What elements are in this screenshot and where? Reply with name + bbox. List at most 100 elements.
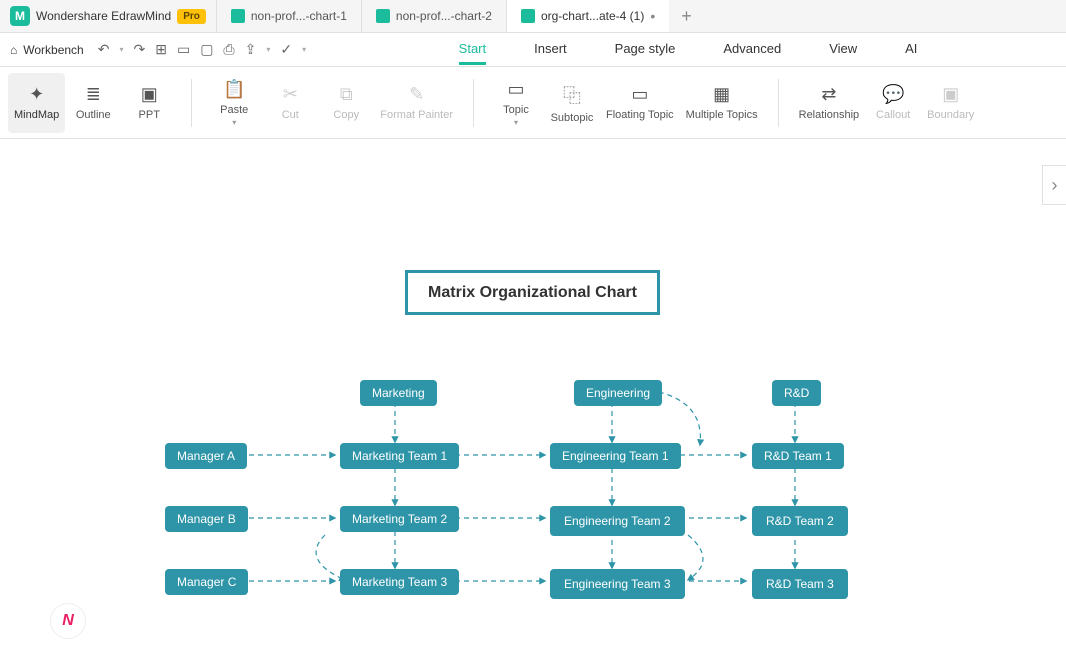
boundary-button[interactable]: ▣ Boundary [921, 73, 980, 133]
node-rd-header[interactable]: R&D [772, 380, 821, 406]
node-rd-team-2[interactable]: R&D Team 2 [752, 506, 848, 536]
save-icon[interactable]: ▢ [200, 41, 213, 58]
mindmap-button[interactable]: ✦ MindMap [8, 73, 65, 133]
outline-button[interactable]: ≣ Outline [65, 73, 121, 133]
undo-icon[interactable]: ↶ [98, 41, 110, 58]
chevron-down-icon[interactable]: ▾ [266, 45, 270, 54]
add-tab-button[interactable]: + [669, 6, 704, 27]
workbench-button[interactable]: ⌂ Workbench [10, 43, 84, 57]
format-painter-button[interactable]: ✎ Format Painter [374, 73, 459, 133]
node-title[interactable]: Matrix Organizational Chart [405, 270, 660, 315]
node-engineering-header[interactable]: Engineering [574, 380, 662, 406]
ribbon-group-view: ✦ MindMap ≣ Outline ▣ PPT [0, 67, 185, 138]
label: Paste [220, 104, 248, 116]
label: Cut [282, 109, 299, 121]
relationship-button[interactable]: ⇄ Relationship [793, 73, 866, 133]
node-mkt-team-1[interactable]: Marketing Team 1 [340, 443, 459, 469]
menu-page-style[interactable]: Page style [615, 35, 676, 65]
topic-button[interactable]: ▭ Topic ▾ [488, 73, 544, 133]
menu-advanced[interactable]: Advanced [723, 35, 781, 65]
node-rd-team-1[interactable]: R&D Team 1 [752, 443, 844, 469]
ribbon-group-relations: ⇄ Relationship 💬 Callout ▣ Boundary [785, 67, 989, 138]
copy-button[interactable]: ⧉ Copy [318, 73, 374, 133]
menu-insert[interactable]: Insert [534, 35, 567, 65]
redo-icon[interactable]: ↷ [133, 41, 145, 58]
chevron-down-icon[interactable]: ▾ [302, 45, 306, 54]
subtopic-icon: ⿻ [563, 82, 581, 108]
app-title-group: M Wondershare EdrawMind Pro [0, 0, 216, 32]
label: Copy [333, 109, 359, 121]
cut-button[interactable]: ✂ Cut [262, 73, 318, 133]
separator [473, 79, 474, 127]
node-marketing-header[interactable]: Marketing [360, 380, 437, 406]
node-eng-team-3[interactable]: Engineering Team 3 [550, 569, 685, 599]
ppt-icon: ▣ [141, 84, 158, 105]
format-painter-icon: ✎ [409, 84, 424, 105]
outline-icon: ≣ [86, 84, 101, 105]
label: Relationship [799, 109, 860, 121]
relationship-icon: ⇄ [821, 84, 836, 105]
node-rd-team-3[interactable]: R&D Team 3 [752, 569, 848, 599]
ppt-button[interactable]: ▣ PPT [121, 73, 177, 133]
open-icon[interactable]: ▭ [177, 41, 190, 58]
doc-tab-1[interactable]: non-prof...-chart-1 [216, 0, 361, 32]
chevron-down-icon: ▾ [232, 118, 236, 127]
node-eng-team-1[interactable]: Engineering Team 1 [550, 443, 681, 469]
ribbon-group-clipboard: 📋 Paste ▾ ✂ Cut ⧉ Copy ✎ Format Painter [198, 67, 467, 138]
label: Topic [503, 104, 529, 116]
doc-icon [521, 9, 535, 23]
export-icon[interactable]: ⇪ [245, 41, 257, 58]
quick-access-toolbar: ↶ ▾ ↷ ⊞ ▭ ▢ ⎙ ⇪ ▾ ✓ ▾ [98, 41, 306, 58]
new-icon[interactable]: ⊞ [155, 41, 167, 58]
chevron-down-icon[interactable]: ▾ [119, 45, 123, 54]
ribbon: ✦ MindMap ≣ Outline ▣ PPT 📋 Paste ▾ ✂ Cu… [0, 67, 1066, 139]
label: Outline [76, 109, 111, 121]
doc-tab-label: org-chart...ate-4 (1) [541, 9, 644, 23]
subtopic-button[interactable]: ⿻ Subtopic [544, 73, 600, 133]
share-icon[interactable]: ✓ [280, 41, 292, 58]
paste-icon: 📋 [223, 79, 245, 100]
node-mkt-team-3[interactable]: Marketing Team 3 [340, 569, 459, 595]
doc-icon [376, 9, 390, 23]
separator [778, 79, 779, 127]
mindmap-icon: ✦ [29, 84, 44, 105]
canvas[interactable]: Matrix Organizational Chart Marketing En… [0, 140, 1066, 655]
multiple-topics-icon: ▦ [713, 84, 730, 105]
separator [191, 79, 192, 127]
app-logo-icon: M [10, 6, 30, 26]
doc-tab-label: non-prof...-chart-1 [251, 9, 347, 23]
menu-view[interactable]: View [829, 35, 857, 65]
node-manager-b[interactable]: Manager B [165, 506, 248, 532]
doc-tab-label: non-prof...-chart-2 [396, 9, 492, 23]
node-manager-a[interactable]: Manager A [165, 443, 247, 469]
node-manager-c[interactable]: Manager C [165, 569, 248, 595]
edges-layer [0, 140, 1066, 655]
label: Multiple Topics [686, 109, 758, 121]
node-eng-team-2[interactable]: Engineering Team 2 [550, 506, 685, 536]
topic-icon: ▭ [507, 79, 524, 100]
doc-tab-3[interactable]: org-chart...ate-4 (1) • [506, 0, 669, 32]
callout-button[interactable]: 💬 Callout [865, 73, 921, 133]
boundary-icon: ▣ [942, 84, 959, 105]
secondary-bar: ⌂ Workbench ↶ ▾ ↷ ⊞ ▭ ▢ ⎙ ⇪ ▾ ✓ ▾ Start Ins… [0, 33, 1066, 67]
label: PPT [139, 109, 160, 121]
menu-ai[interactable]: AI [905, 35, 917, 65]
label: Subtopic [551, 112, 594, 124]
print-icon[interactable]: ⎙ [223, 41, 234, 58]
paste-button[interactable]: 📋 Paste ▾ [206, 73, 262, 133]
main-menu: Start Insert Page style Advanced View AI [320, 35, 1056, 65]
modified-dot-icon[interactable]: • [650, 8, 655, 24]
floating-topic-button[interactable]: ▭ Floating Topic [600, 73, 680, 133]
doc-icon [231, 9, 245, 23]
expand-right-panel-button[interactable]: › [1042, 165, 1066, 205]
doc-tab-2[interactable]: non-prof...-chart-2 [361, 0, 506, 32]
chevron-down-icon: ▾ [514, 118, 518, 127]
home-icon: ⌂ [10, 43, 17, 57]
label: Format Painter [380, 109, 453, 121]
label: Callout [876, 109, 910, 121]
label: MindMap [14, 109, 59, 121]
multiple-topics-button[interactable]: ▦ Multiple Topics [680, 73, 764, 133]
menu-start[interactable]: Start [459, 35, 486, 65]
callout-icon: 💬 [882, 84, 904, 105]
node-mkt-team-2[interactable]: Marketing Team 2 [340, 506, 459, 532]
